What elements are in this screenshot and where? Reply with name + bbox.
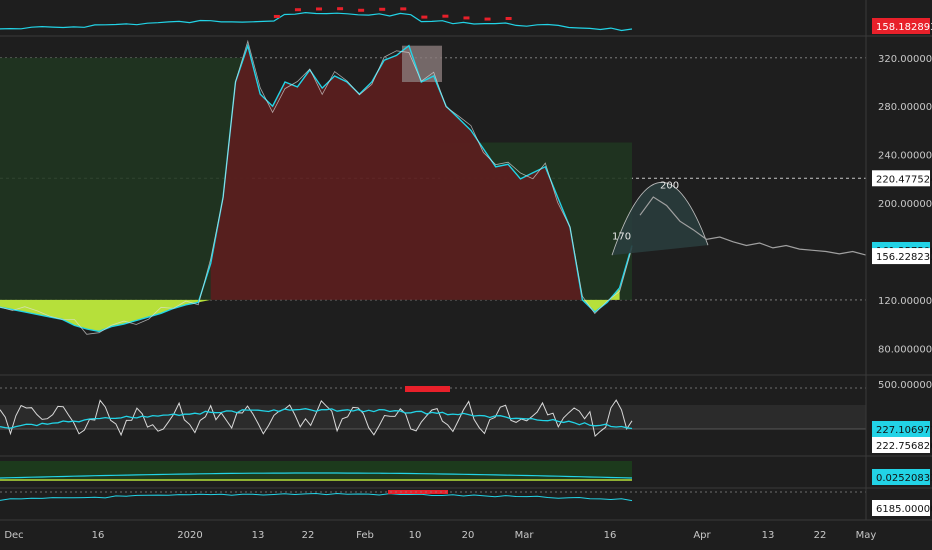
annotation-170: 170 (612, 231, 631, 242)
chart-canvas: 170 200 320.0000000 280.0000000 240.0000000… (0, 0, 932, 541)
area-fill-below-left (0, 299, 211, 332)
panel5-line (0, 492, 633, 502)
x-tick-label: 2020 (177, 530, 202, 541)
y-tick-label: 120.0000000 (878, 296, 932, 307)
y-tick-label: 500.0000000 (878, 380, 932, 391)
x-tick-label: 13 (252, 530, 265, 541)
price-tag-p5: 6185.00000 (876, 504, 932, 515)
top-panel-line (0, 11, 633, 32)
top-panel-marker (294, 8, 301, 12)
y-tick-label: 200.0000000 (878, 199, 932, 210)
top-panel-marker (379, 7, 386, 11)
x-tick-label: 13 (762, 530, 775, 541)
x-tick-label: 22 (302, 530, 315, 541)
x-tick-label: 10 (409, 530, 422, 541)
x-tick-label: Mar (515, 530, 535, 541)
x-tick-label: Feb (356, 530, 374, 541)
price-tag-osc-0: 227.1069711 (876, 425, 932, 436)
x-tick-label: Dec (4, 530, 23, 541)
x-tick-label: 22 (814, 530, 827, 541)
top-panel-marker (421, 15, 428, 19)
x-tick-label: 16 (604, 530, 617, 541)
y-tick-label: 80.0000000 (878, 344, 932, 355)
x-tick-label: 20 (462, 530, 475, 541)
price-tag-main-2: 156.2282326 (876, 252, 932, 263)
top-panel-marker (400, 7, 407, 11)
top-panel-marker (337, 7, 344, 11)
price-tag-p4: 0.02520833 (876, 473, 932, 484)
y-axis: 320.0000000 280.0000000 240.0000000 200.000… (865, 0, 932, 520)
y-tick-label: 240.0000000 (878, 151, 932, 162)
top-panel-marker (358, 8, 365, 12)
price-tag-main-0: 220.4775246 (876, 174, 932, 185)
top-panel-marker (463, 16, 470, 20)
top-panel-marker (273, 14, 280, 18)
top-panel-marker (316, 7, 322, 11)
highlight-cap (402, 45, 442, 83)
y-tick-label: 320.0000000 (878, 54, 932, 65)
top-panel-marker (484, 17, 491, 21)
price-tag-top: 158.18289326 (876, 22, 932, 33)
plot-panels: 170 200 (0, 7, 932, 521)
x-tick-label: 16 (92, 530, 105, 541)
price-tag-osc-1: 222.7568260 (876, 441, 932, 452)
x-tick-label: Apr (693, 530, 711, 541)
x-tick-label: May (856, 530, 877, 541)
top-panel-marker (505, 16, 512, 20)
top-panel-marker (442, 14, 449, 18)
annotation-200: 200 (660, 181, 679, 192)
oscillator-marker (405, 386, 450, 392)
y-tick-label: 280.0000000 (878, 102, 932, 113)
x-axis: Dec 16 2020 13 22 Feb 10 20 Mar 16 Apr 13 22 May (4, 530, 876, 541)
